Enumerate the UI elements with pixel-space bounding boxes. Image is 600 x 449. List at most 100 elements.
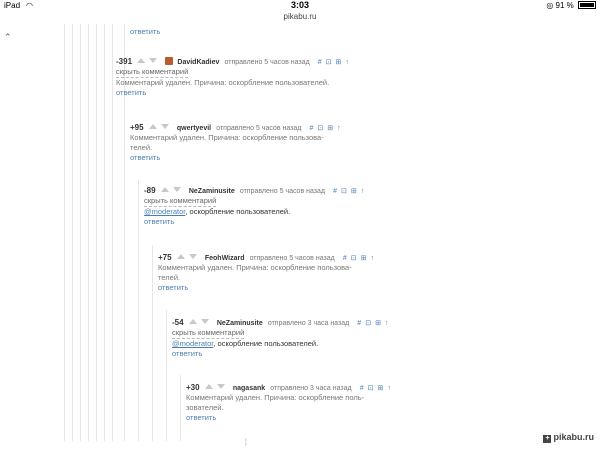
hide-comment-link[interactable]: скрыть комментарий bbox=[172, 328, 245, 339]
clock: 3:03 bbox=[290, 0, 309, 10]
permalink-icon[interactable]: # bbox=[309, 125, 314, 132]
comment-header: -54 NeZaminusite отправлено 3 часа назад… bbox=[172, 317, 572, 328]
comment-time: отправлено 5 часов назад bbox=[224, 59, 310, 66]
parent-arrow-icon[interactable]: ↑ bbox=[385, 320, 390, 327]
thread-line bbox=[64, 24, 65, 441]
scroll-marker: ¦ bbox=[245, 439, 247, 446]
comment-author[interactable]: DavidKadiev bbox=[177, 59, 219, 66]
downvote-icon[interactable] bbox=[172, 187, 181, 192]
comment-tools: # ⊡ ⊞ ↑ bbox=[309, 125, 344, 132]
save-icon[interactable]: ⊡ bbox=[368, 385, 375, 392]
comment-header: -391 DavidKadiev отправлено 5 часов наза… bbox=[116, 56, 556, 67]
comment: +30 nagasank отправлено 3 часа назад # ⊡ ⊞… bbox=[186, 382, 566, 423]
bookmark-icon[interactable]: ⊞ bbox=[327, 125, 334, 132]
orientation-lock-icon: ◎ bbox=[546, 1, 554, 10]
upvote-icon[interactable] bbox=[176, 254, 185, 259]
watermark-text: pikabu.ru bbox=[553, 432, 594, 442]
comment-score: -391 bbox=[116, 57, 133, 66]
parent-arrow-icon[interactable]: ↑ bbox=[345, 59, 350, 66]
parent-arrow-icon[interactable]: ↑ bbox=[387, 385, 392, 392]
permalink-icon[interactable]: # bbox=[357, 320, 362, 327]
comment-score: +30 bbox=[186, 383, 200, 392]
bookmark-icon[interactable]: ⊞ bbox=[351, 188, 358, 195]
reply-link[interactable]: ответить bbox=[116, 88, 556, 98]
battery-icon bbox=[578, 1, 596, 9]
save-icon[interactable]: ⊡ bbox=[317, 125, 324, 132]
comment-tools: # ⊡ ⊞ ↑ bbox=[357, 320, 392, 327]
comment-text: Комментарий удален. Причина: оскорбление… bbox=[116, 78, 330, 87]
downvote-icon[interactable] bbox=[216, 384, 225, 389]
comment-time: отправлено 5 часов назад bbox=[249, 255, 335, 262]
comment: -54 NeZaminusite отправлено 3 часа назад… bbox=[172, 317, 572, 359]
downvote-icon[interactable] bbox=[188, 254, 197, 259]
parent-arrow-icon[interactable]: ↑ bbox=[361, 188, 366, 195]
permalink-icon[interactable]: # bbox=[318, 59, 323, 66]
address-bar[interactable]: pikabu.ru bbox=[0, 12, 600, 24]
comment-author[interactable]: NeZaminusite bbox=[217, 320, 263, 327]
comment-text: @moderator, оскорбление пользователей. bbox=[144, 207, 564, 217]
comment-text-line: Комментарий удален. Причина: оскорбление… bbox=[186, 393, 365, 402]
hide-comment-link[interactable]: скрыть комментарий bbox=[144, 196, 217, 207]
reply-link[interactable]: ответить bbox=[130, 153, 550, 163]
comment-text-body: , оскорбление пользователей. bbox=[185, 207, 291, 216]
thread-line bbox=[96, 24, 97, 441]
thread-line bbox=[112, 24, 113, 441]
downvote-icon[interactable] bbox=[160, 124, 169, 129]
parent-arrow-icon[interactable]: ↑ bbox=[370, 255, 375, 262]
comment-text-line: телей. bbox=[130, 143, 153, 152]
comment-header: +95 qwertyevil отправлено 5 часов назад … bbox=[130, 122, 550, 133]
downvote-icon[interactable] bbox=[200, 319, 209, 324]
save-icon[interactable]: ⊡ bbox=[341, 188, 348, 195]
parent-arrow-icon[interactable]: ↑ bbox=[337, 125, 342, 132]
save-icon[interactable]: ⊡ bbox=[351, 255, 358, 262]
upvote-icon[interactable] bbox=[160, 187, 169, 192]
comment-author[interactable]: FeohWizard bbox=[205, 255, 245, 262]
comment-tools: # ⊡ ⊞ ↑ bbox=[333, 188, 368, 195]
upvote-icon[interactable] bbox=[204, 384, 213, 389]
comment-text-line: Комментарий удален. Причина: оскорбление… bbox=[158, 263, 352, 272]
bookmark-icon[interactable]: ⊞ bbox=[377, 385, 384, 392]
thread-line bbox=[80, 24, 81, 441]
upvote-icon[interactable] bbox=[188, 319, 197, 324]
mention-link[interactable]: @moderator bbox=[172, 339, 213, 348]
bookmark-icon[interactable]: ⊞ bbox=[361, 255, 368, 262]
comment-author[interactable]: nagasank bbox=[233, 385, 265, 392]
permalink-icon[interactable]: # bbox=[333, 188, 338, 195]
comment-text-line: Комментарий удален. Причина: оскорбление… bbox=[130, 133, 324, 142]
permalink-icon[interactable]: # bbox=[360, 385, 365, 392]
comment: -391 DavidKadiev отправлено 5 часов наза… bbox=[116, 56, 556, 98]
thread-line bbox=[72, 24, 73, 441]
permalink-icon[interactable]: # bbox=[343, 255, 348, 262]
reply-link[interactable]: ответить bbox=[172, 349, 572, 359]
comment-author[interactable]: NeZaminusite bbox=[189, 188, 235, 195]
avatar bbox=[165, 57, 174, 65]
comment-score: +95 bbox=[130, 123, 144, 132]
bookmark-icon[interactable]: ⊞ bbox=[375, 320, 382, 327]
comment: +75 FeohWizard отправлено 5 часов назад … bbox=[158, 252, 558, 293]
reply-link[interactable]: ответить bbox=[130, 27, 160, 36]
reply-link[interactable]: ответить bbox=[144, 217, 564, 227]
comment-author[interactable]: qwertyevil bbox=[177, 125, 211, 132]
comment-tools: # ⊡ ⊞ ↑ bbox=[318, 59, 353, 66]
upvote-icon[interactable] bbox=[148, 124, 157, 129]
reply-link[interactable]: ответить bbox=[158, 283, 558, 293]
reply-link[interactable]: ответить bbox=[186, 413, 566, 423]
comment-text: @moderator, оскорбление пользователей. bbox=[172, 339, 572, 349]
collapse-thread-icon[interactable]: ⌃ bbox=[4, 32, 12, 43]
mention-link[interactable]: @moderator bbox=[144, 207, 185, 216]
save-icon[interactable]: ⊡ bbox=[326, 59, 333, 66]
save-icon[interactable]: ⊡ bbox=[365, 320, 372, 327]
thread-line bbox=[138, 180, 139, 441]
upvote-icon[interactable] bbox=[137, 58, 146, 63]
comment-score: +75 bbox=[158, 253, 172, 262]
status-bar: iPad ◠ 3:03 ◎ 91 % bbox=[0, 0, 600, 12]
bookmark-icon[interactable]: ⊞ bbox=[336, 59, 343, 66]
comment-text-line: телей. bbox=[158, 273, 181, 282]
comment-header: +30 nagasank отправлено 3 часа назад # ⊡ ⊞… bbox=[186, 382, 566, 393]
comment-text-line: зователей. bbox=[186, 403, 224, 412]
comment-score: -89 bbox=[144, 186, 156, 195]
comment: +95 qwertyevil отправлено 5 часов назад … bbox=[130, 122, 550, 163]
downvote-icon[interactable] bbox=[149, 58, 158, 63]
hide-comment-link[interactable]: скрыть комментарий bbox=[116, 67, 189, 78]
pikabu-logo-icon: + bbox=[543, 435, 552, 443]
